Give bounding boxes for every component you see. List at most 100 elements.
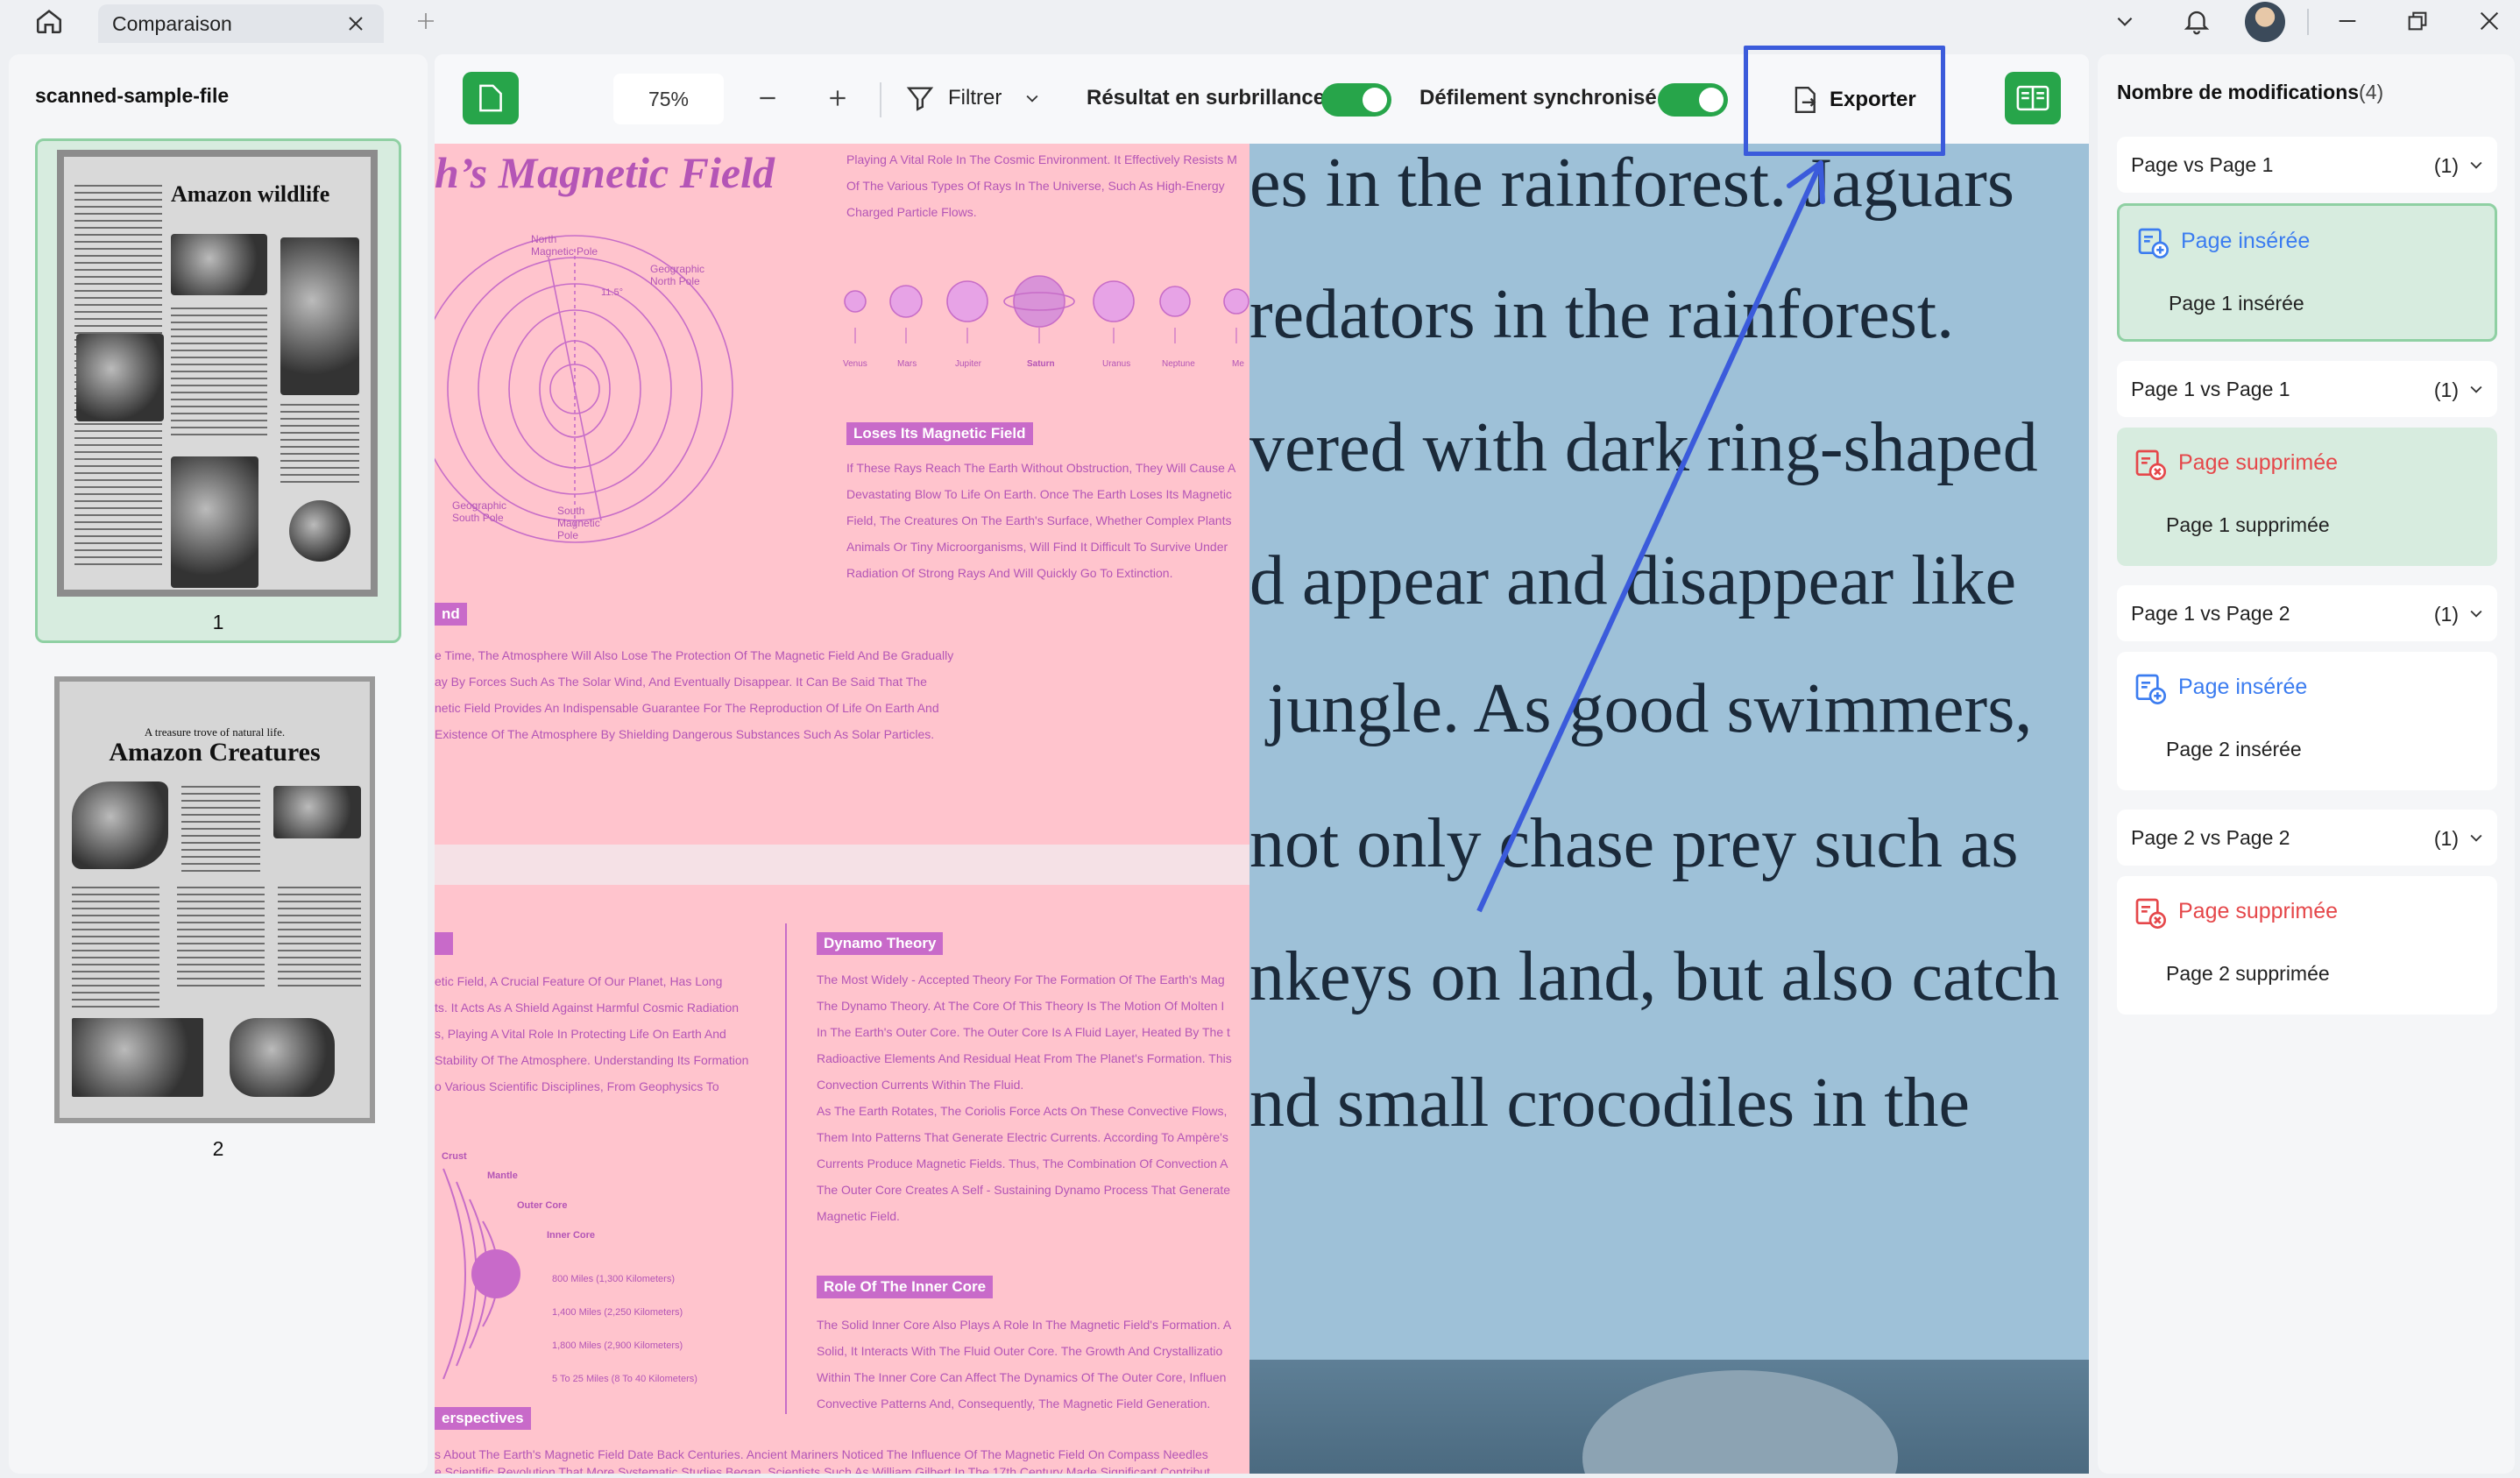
body-line: The Solid Inner Core Also Plays A Role I… — [817, 1318, 1232, 1332]
tab-close-button[interactable] — [343, 11, 368, 36]
page-inserted-icon — [2135, 674, 2166, 704]
core-distance: 1,400 Miles (2,250 Kilometers) — [552, 1307, 683, 1318]
body-line: The Outer Core Creates A Self - Sustaini… — [817, 1183, 1231, 1197]
change-count: (1) — [2433, 827, 2459, 850]
core-distance: 800 Miles (1,300 Kilometers) — [552, 1274, 676, 1284]
thumbnail-page-2[interactable]: A treasure trove of natural life. Amazon… — [35, 668, 401, 1172]
avatar[interactable] — [2245, 2, 2285, 42]
document-icon — [479, 84, 502, 112]
change-item-page-deleted[interactable]: Page supprimée Page 1 supprimée — [2117, 428, 2497, 566]
body-line: Radioactive Elements And Residual Heat F… — [817, 1051, 1232, 1065]
tab-label: Comparaison — [112, 11, 232, 35]
body-line: o Various Scientific Disciplines, From G… — [435, 1079, 719, 1093]
zoom-out-button[interactable] — [748, 79, 787, 117]
home-icon — [36, 10, 62, 34]
planet-label: Neptune — [1162, 359, 1195, 369]
change-item-page-deleted[interactable]: Page supprimée Page 2 supprimée — [2117, 876, 2497, 1015]
core-label: Mantle — [487, 1170, 518, 1181]
scan-text-line: d appear and disappear like — [1249, 542, 2017, 619]
plus-icon — [418, 13, 434, 29]
scan-text-line: redators in the rainforest. — [1249, 276, 1955, 353]
thumbnail-image: A treasure trove of natural life. Amazon… — [54, 676, 375, 1123]
chevron-down-icon[interactable] — [2467, 156, 2485, 173]
chevron-down-icon — [1026, 95, 1038, 103]
planet-label: Me — [1232, 359, 1244, 369]
bell-icon — [2184, 11, 2210, 35]
body-line: Convective Patterns And, Consequently, T… — [817, 1397, 1211, 1411]
page-deleted-icon — [2135, 898, 2166, 929]
change-item-page-inserted[interactable]: Page insérée Page 2 insérée — [2117, 652, 2497, 790]
body-line: etic Field, A Crucial Feature Of Our Pla… — [435, 974, 723, 988]
change-detail: Page 2 supprimée — [2166, 962, 2330, 985]
change-item-page-inserted[interactable]: Page insérée Page 1 insérée — [2117, 203, 2497, 342]
close-icon — [2480, 11, 2499, 31]
chevron-down-icon[interactable] — [2467, 605, 2485, 622]
left-document-view[interactable]: h’s Magnetic Field Playing A Vital Role … — [435, 144, 1249, 1474]
new-tab-button[interactable] — [410, 5, 442, 37]
page-inserted-icon — [2138, 228, 2169, 258]
change-detail: Page 2 insérée — [2166, 738, 2302, 760]
home-button[interactable] — [28, 4, 70, 39]
thumbnail-heading: Amazon Creatures — [109, 738, 321, 767]
core-label: Crust — [442, 1151, 467, 1162]
doc-title: h’s Magnetic Field — [435, 148, 775, 197]
planets-illustration — [844, 275, 1249, 343]
minimize-button[interactable] — [2327, 4, 2368, 39]
zoom-level[interactable]: 75% — [613, 74, 724, 124]
page-separator — [435, 845, 1249, 885]
body-line: e Scientific Revolution That More System… — [435, 1465, 1211, 1474]
intro-line: Charged Particle Flows. — [846, 205, 977, 219]
minus-icon — [760, 96, 775, 100]
scan-text-line: not only chase prey such as — [1249, 805, 2019, 882]
section-tag-dynamo: Dynamo Theory — [817, 932, 944, 955]
body-line: ts. It Acts As A Shield Against Harmful … — [435, 1001, 740, 1015]
changes-title: Nombre de modifications(4) — [2117, 81, 2384, 103]
body-line: Solid, It Interacts With The Fluid Outer… — [817, 1344, 1223, 1358]
export-button[interactable]: Exporter — [1775, 79, 1950, 121]
planet-label: Mars — [897, 359, 917, 369]
thumbnail-number: 2 — [212, 1137, 224, 1160]
tab-comparaison[interactable]: Comparaison — [98, 4, 384, 43]
compare-view-button[interactable] — [2005, 72, 2061, 124]
filter-chevron[interactable] — [1013, 79, 1051, 117]
planet-label: Jupiter — [955, 359, 982, 369]
change-count: (1) — [2433, 603, 2459, 626]
label-angle: 11.5° — [601, 287, 623, 298]
highlight-result-toggle[interactable] — [1321, 83, 1391, 117]
sync-scroll-toggle[interactable] — [1658, 83, 1728, 117]
core-label: Inner Core — [547, 1230, 596, 1241]
core-distance: 5 To 25 Miles (8 To 40 Kilometers) — [552, 1374, 697, 1384]
plus-icon — [830, 90, 846, 106]
change-count: (1) — [2433, 378, 2459, 401]
thumbnail-page-1[interactable]: Amazon wildlife 1 — [35, 138, 401, 643]
collapse-button[interactable] — [2105, 4, 2145, 39]
change-detail: Page 1 supprimée — [2166, 513, 2330, 536]
body-line: Field, The Creatures On The Earth's Surf… — [846, 513, 1232, 527]
change-group-4: Page 2 vs Page 2 (1) Page supprimée Page… — [2117, 810, 2497, 1020]
right-document-view[interactable]: es in the rainforest. Jaguars redators i… — [1249, 144, 2089, 1474]
scan-text-line: vered with dark ring-shaped — [1249, 409, 2038, 486]
body-line: Within The Inner Core Can Affect The Dyn… — [817, 1370, 1227, 1384]
chevron-down-icon[interactable] — [2467, 380, 2485, 398]
document-button[interactable] — [463, 72, 519, 124]
filter-dropdown[interactable]: Filtrer — [948, 86, 1002, 110]
scan-text-line: es in the rainforest. Jaguars — [1249, 145, 2015, 222]
core-distance: 1,800 Miles (2,900 Kilometers) — [552, 1340, 683, 1351]
section-tag-nd: nd — [435, 603, 467, 626]
book-icon — [2016, 85, 2049, 111]
planet-label: Uranus — [1102, 359, 1131, 369]
page-deleted-icon — [2135, 449, 2166, 480]
export-label: Exporter — [1830, 88, 1916, 111]
body-line: Animals Or Tiny Microorganisms, Will Fin… — [846, 540, 1228, 554]
changes-panel: Nombre de modifications(4) Page vs Page … — [2098, 54, 2515, 1474]
close-window-button[interactable] — [2469, 4, 2509, 39]
restore-button[interactable] — [2397, 4, 2438, 39]
chevron-down-icon[interactable] — [2467, 829, 2485, 846]
notifications-button[interactable] — [2177, 4, 2217, 39]
sync-scroll-label: Défilement synchronisé — [1419, 86, 1657, 110]
zoom-in-button[interactable] — [818, 79, 857, 117]
change-label: Page insérée — [2181, 229, 2311, 253]
filter-icon-button[interactable] — [901, 79, 939, 117]
body-line: The Dynamo Theory. At The Core Of This T… — [817, 999, 1225, 1013]
body-line: netic Field Provides An Indispensable Gu… — [435, 701, 939, 715]
